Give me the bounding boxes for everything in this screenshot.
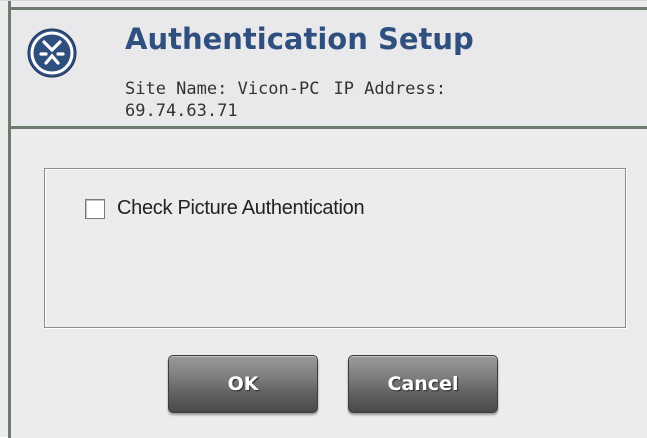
authentication-setup-dialog: Authentication Setup Site Name: Vicon-PC… — [0, 0, 647, 438]
site-name-label: Site Name: Vicon-PC — [125, 79, 320, 99]
check-picture-authentication-checkbox[interactable] — [85, 198, 105, 219]
ip-address-value: 69.74.63.71 — [125, 101, 238, 121]
picture-authentication-option[interactable]: Check Picture Authentication — [85, 197, 365, 220]
site-info: Site Name: Vicon-PC IP Address: 69.74.63.… — [125, 78, 605, 122]
vicon-logo-icon — [27, 28, 77, 78]
dialog-content: Check Picture Authentication OK Cancel — [11, 129, 647, 438]
dialog-header: Authentication Setup Site Name: Vicon-PC… — [11, 7, 647, 129]
options-group-box — [44, 168, 626, 328]
dialog-title: Authentication Setup — [125, 22, 474, 56]
ip-address-label: IP Address: — [333, 79, 447, 99]
check-picture-authentication-label[interactable]: Check Picture Authentication — [117, 197, 365, 220]
cancel-button[interactable]: Cancel — [348, 355, 498, 413]
ok-button[interactable]: OK — [168, 355, 318, 413]
